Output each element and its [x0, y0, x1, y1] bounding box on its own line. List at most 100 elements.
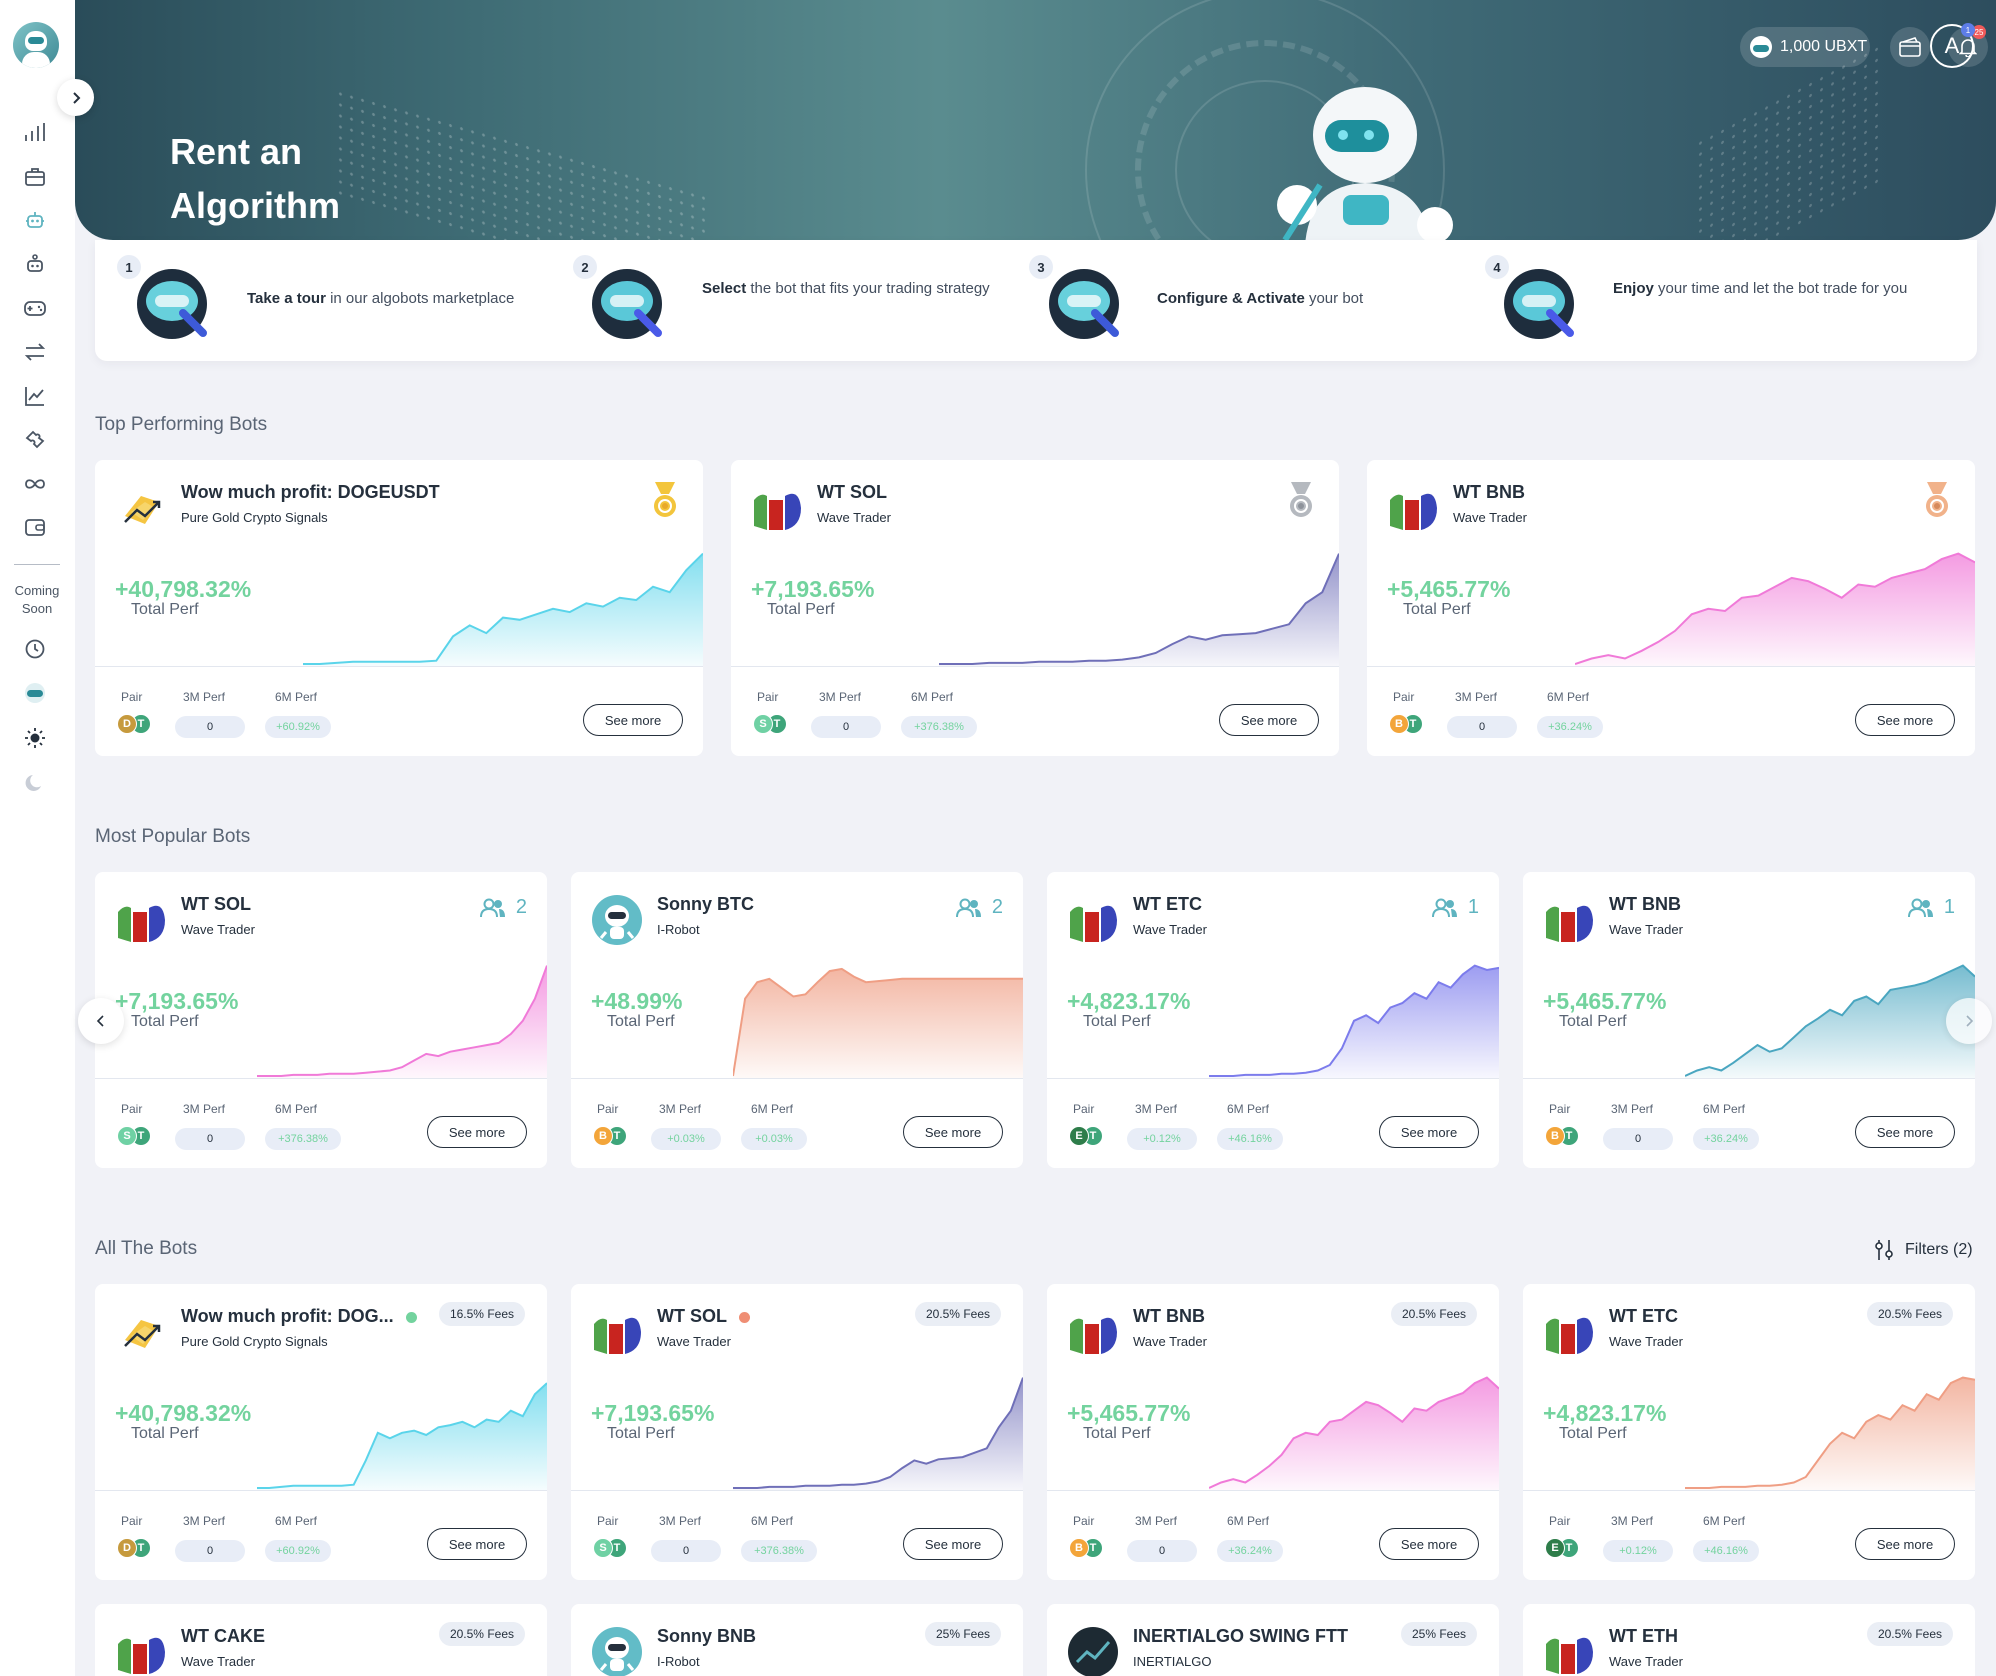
bot-card[interactable]: WT ETH Wave Trader 20.5% Fees — [1523, 1604, 1975, 1676]
card-separator — [95, 1490, 547, 1491]
see-more-button[interactable]: See more — [583, 704, 683, 736]
chevron-left-icon — [96, 1015, 104, 1027]
perf-3m-value: 0 — [175, 1540, 245, 1562]
bot-card[interactable]: INERTIALGO SWING FTT INERTIALGO 25% Fees — [1047, 1604, 1499, 1676]
perf-6m-label: 6M Perf — [275, 690, 318, 704]
see-more-button[interactable]: See more — [1379, 1116, 1479, 1148]
puzzle-icon[interactable] — [22, 427, 48, 453]
bot-provider: Wave Trader — [181, 922, 255, 937]
bot-card[interactable]: WT SOL Wave Trader 2 +7,193.65% Total Perf Pa… — [95, 872, 547, 1168]
bot-provider: Pure Gold Crypto Signals — [181, 1334, 328, 1349]
bot-card[interactable]: WT SOL Wave Trader 20.5% Fees +7,193.65% Tot… — [571, 1284, 1023, 1580]
bot-card[interactable]: WT SOL Wave Trader +7,193.65% Total Perf Pai… — [731, 460, 1339, 756]
coin-e-icon: E — [1069, 1126, 1089, 1146]
chart-area — [303, 553, 703, 666]
performance-chart — [1575, 552, 1975, 666]
section-title-top: Top Performing Bots — [95, 414, 268, 435]
see-more-button[interactable]: See more — [427, 1116, 527, 1148]
bot-name: WT ETC — [1609, 1306, 1678, 1327]
perf-3m-label: 3M Perf — [183, 1514, 226, 1528]
infinity-icon[interactable] — [22, 471, 48, 497]
see-more-button[interactable]: See more — [427, 1528, 527, 1560]
step-desc: the bot that fits your trading strategy — [750, 280, 990, 297]
wallet-icon[interactable] — [22, 514, 48, 540]
total-perf-value: +7,193.65% — [115, 988, 239, 1014]
perf-3m-label: 3M Perf — [1455, 690, 1498, 704]
bot-logo-icon — [118, 1637, 165, 1674]
perf-3m-label: 3M Perf — [1611, 1102, 1654, 1116]
bot-card[interactable]: Sonny BTC I-Robot 2 +48.99% Total Perf Pair 3M… — [571, 872, 1023, 1168]
step-illustration-icon — [1049, 269, 1119, 339]
user-count-value: 2 — [991, 896, 1003, 918]
line-chart-icon[interactable] — [22, 383, 48, 409]
pair-label: Pair — [597, 1514, 619, 1528]
performance-chart — [257, 1382, 547, 1490]
user-count-value: 1 — [1467, 896, 1479, 918]
sidebar-toggle-button[interactable] — [57, 79, 94, 116]
step-text: Select the bot that fits your trading st… — [702, 277, 1002, 300]
filters-button[interactable]: Filters (2) — [1873, 1238, 1973, 1262]
bot-card[interactable]: WT BNB Wave Trader +5,465.77% Total Perf Pai… — [1367, 460, 1975, 756]
robot-icon[interactable] — [22, 207, 48, 233]
see-more-button[interactable]: See more — [903, 1116, 1003, 1148]
total-perf-label: Total Perf — [1083, 1425, 1151, 1442]
section-title-all: All The Bots — [95, 1238, 198, 1259]
pair-icons: ST — [593, 1538, 627, 1560]
bot-name: WT CAKE — [181, 1626, 265, 1647]
avatar-badge: 1 — [1961, 23, 1975, 37]
bot-card[interactable]: WT BNB Wave Trader 20.5% Fees +5,465.77% Tot… — [1047, 1284, 1499, 1580]
chart-bars-icon[interactable] — [22, 120, 48, 146]
see-more-button[interactable]: See more — [1379, 1528, 1479, 1560]
bot-card[interactable]: WT BNB Wave Trader 1 +5,465.77% Total Perf Pa… — [1523, 872, 1975, 1168]
perf-6m-value: +376.38% — [265, 1128, 341, 1150]
step-text: Configure & Activate your bot — [1157, 287, 1447, 310]
total-perf-value: +4,823.17% — [1543, 1400, 1667, 1426]
chart-area — [257, 1383, 547, 1490]
card-icon — [1899, 37, 1921, 57]
fees-badge: 16.5% Fees — [438, 1302, 525, 1326]
moon-icon[interactable] — [22, 770, 48, 796]
perf-3m-value: 0 — [175, 1128, 245, 1150]
perf-3m-value: 0 — [1447, 716, 1517, 738]
bot-card[interactable]: WT CAKE Wave Trader 20.5% Fees — [95, 1604, 547, 1676]
bot-card[interactable]: Wow much profit: DOG... Pure Gold Crypto … — [95, 1284, 547, 1580]
bot-provider: Wave Trader — [1133, 922, 1207, 937]
bot-name-text: WT BNB — [1453, 482, 1525, 502]
total-perf-value: +48.99% — [591, 988, 683, 1014]
wallet-card-button[interactable] — [1890, 27, 1930, 67]
bot-card[interactable]: Sonny BNB I-Robot 25% Fees — [571, 1604, 1023, 1676]
perf-6m-value: +60.92% — [265, 716, 331, 738]
coin-s-icon: S — [593, 1538, 613, 1558]
see-more-button[interactable]: See more — [1219, 704, 1319, 736]
avatar[interactable]: A 1 — [1930, 23, 1975, 68]
sun-icon[interactable] — [22, 725, 48, 751]
clock-icon[interactable] — [22, 636, 48, 662]
bot-card[interactable]: Wow much profit: DOGEUSDT Pure Gold Crypt… — [95, 460, 703, 756]
card-separator — [731, 666, 1339, 667]
bot-name-text: WT ETC — [1609, 1306, 1678, 1326]
ubxt-balance[interactable]: 1,000 UBXT — [1740, 27, 1870, 67]
carousel-next-button[interactable] — [1946, 998, 1992, 1044]
see-more-button[interactable]: See more — [903, 1528, 1003, 1560]
bot-name: Sonny BTC — [657, 894, 754, 915]
see-more-button[interactable]: See more — [1855, 1528, 1955, 1560]
chart-area — [257, 965, 547, 1078]
bot-card[interactable]: WT ETC Wave Trader 20.5% Fees +4,823.17% Tot… — [1523, 1284, 1975, 1580]
bot-card[interactable]: WT ETC Wave Trader 1 +4,823.17% Total Perf Pa… — [1047, 872, 1499, 1168]
ubxt-icon[interactable] — [22, 680, 48, 706]
bot-name-text: WT BNB — [1133, 1306, 1205, 1326]
swap-arrows-icon[interactable] — [22, 339, 48, 365]
perf-6m-value: +36.24% — [1217, 1540, 1283, 1562]
gamepad-icon[interactable] — [22, 295, 48, 321]
see-more-button[interactable]: See more — [1855, 1116, 1955, 1148]
bot-logo-icon — [124, 496, 161, 524]
bot-logo-icon — [1546, 1317, 1593, 1354]
briefcase-icon[interactable] — [22, 164, 48, 190]
perf-6m-label: 6M Perf — [1703, 1514, 1746, 1528]
logo-icon[interactable] — [13, 22, 59, 68]
see-more-button[interactable]: See more — [1855, 704, 1955, 736]
pair-label: Pair — [597, 1102, 619, 1116]
bot-settings-icon[interactable] — [22, 251, 48, 277]
step-illustration-icon — [592, 269, 662, 339]
carousel-prev-button[interactable] — [78, 998, 124, 1044]
